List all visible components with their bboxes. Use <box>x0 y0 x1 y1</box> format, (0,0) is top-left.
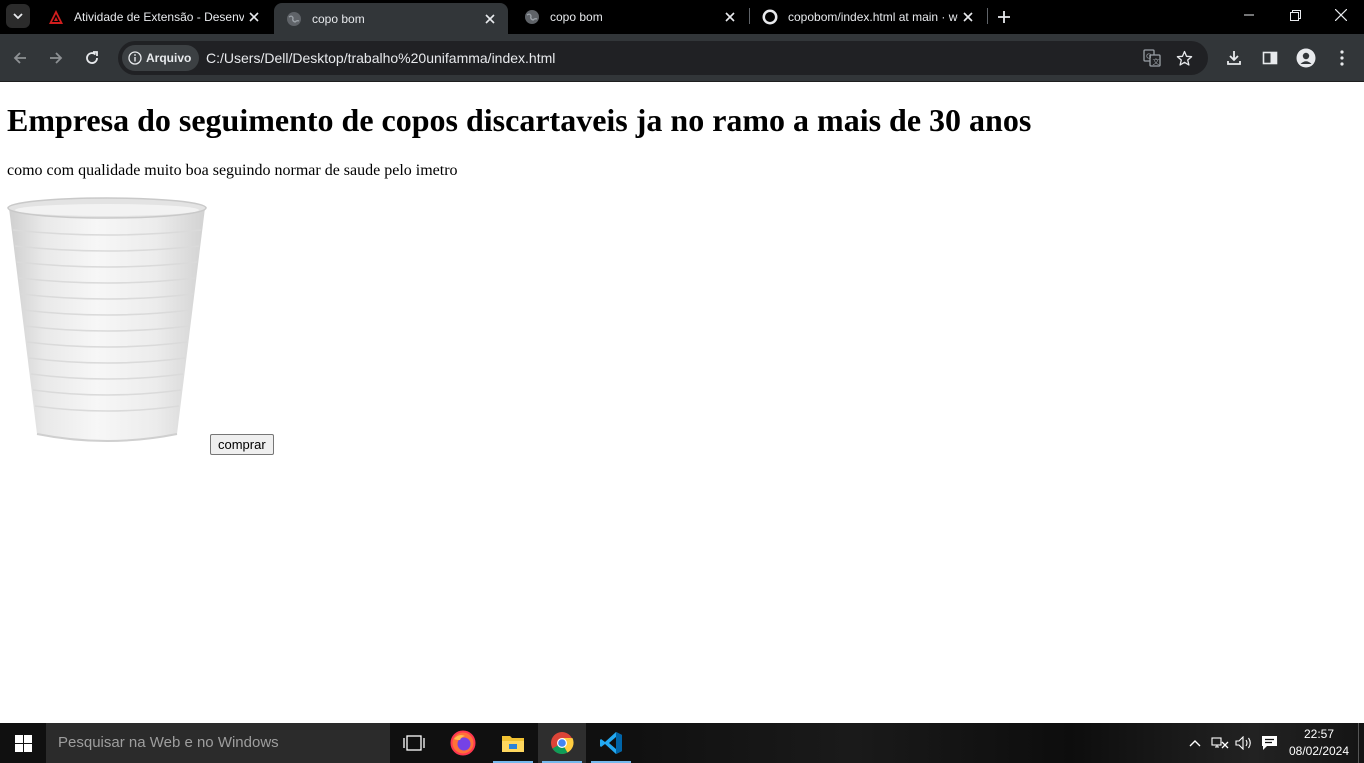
globe-icon <box>286 11 302 27</box>
clock-date: 08/02/2024 <box>1288 744 1350 758</box>
network-status-button[interactable] <box>1208 723 1232 763</box>
taskbar-search-input[interactable]: Pesquisar na Web e no Windows <box>46 723 390 763</box>
tab-title: copobom/index.html at main · wellington <box>788 10 958 24</box>
tab-title: Atividade de Extensão - Desenvolvimento <box>74 10 244 24</box>
svg-text:文: 文 <box>1153 57 1160 66</box>
speaker-icon <box>1235 736 1251 750</box>
menu-button[interactable] <box>1326 42 1358 74</box>
network-disconnected-icon <box>1211 737 1229 749</box>
minimize-button[interactable] <box>1226 0 1272 30</box>
chevron-up-icon <box>1189 740 1201 747</box>
page-heading: Empresa do seguimento de copos discartav… <box>7 102 1032 138</box>
clock-time: 22:57 <box>1303 727 1335 741</box>
close-window-button[interactable] <box>1318 0 1364 30</box>
profile-button[interactable] <box>1290 42 1322 74</box>
task-view-button[interactable] <box>390 723 438 763</box>
chrome-taskbar-button[interactable] <box>538 723 586 763</box>
download-icon <box>1227 51 1241 65</box>
close-icon <box>1335 9 1347 21</box>
close-icon[interactable] <box>958 7 978 27</box>
kebab-menu-icon <box>1340 50 1344 66</box>
back-button[interactable] <box>4 42 36 74</box>
minimize-icon <box>1244 14 1254 16</box>
downloads-button[interactable] <box>1218 42 1250 74</box>
close-icon[interactable] <box>480 9 500 29</box>
plastic-cup-image <box>7 197 207 442</box>
chevron-down-icon <box>13 13 23 20</box>
tab-strip: Atividade de Extensão - Desenvolvimento … <box>0 0 1364 34</box>
show-desktop-button[interactable] <box>1358 723 1364 763</box>
firefox-taskbar-button[interactable] <box>439 723 487 763</box>
close-icon[interactable] <box>720 7 740 27</box>
tab-separator <box>987 8 988 24</box>
tab-title: copo bom <box>550 10 603 24</box>
forward-button[interactable] <box>40 42 72 74</box>
reload-icon <box>86 51 98 64</box>
windows-taskbar: Pesquisar na Web e no Windows 22:57 08/0… <box>0 723 1364 763</box>
web-page: Empresa do seguimento de copos discartav… <box>0 82 1364 723</box>
browser-tab[interactable]: Atividade de Extensão - Desenvolvimento <box>36 0 272 34</box>
start-button[interactable] <box>0 723 46 763</box>
browser-tab-active[interactable]: copo bom <box>274 3 508 34</box>
page-paragraph: como com qualidade muito boa seguindo no… <box>7 162 458 179</box>
translate-icon: G文 <box>1143 49 1161 67</box>
side-panel-icon <box>1262 51 1278 65</box>
file-explorer-taskbar-button[interactable] <box>489 723 537 763</box>
buy-button[interactable]: comprar <box>210 434 274 455</box>
svg-text:G: G <box>1146 53 1151 61</box>
tab-search-button[interactable] <box>6 4 30 28</box>
plus-icon <box>998 11 1010 23</box>
restore-button[interactable] <box>1272 0 1318 30</box>
chrome-icon <box>551 732 574 754</box>
tab-title: copo bom <box>312 11 365 26</box>
chat-bubble-icon <box>1261 736 1277 750</box>
browser-tab[interactable]: copo bom <box>512 0 748 34</box>
security-chip-label: Arquivo <box>146 51 192 65</box>
star-icon <box>1176 50 1192 66</box>
reload-button[interactable] <box>76 42 108 74</box>
red-triangle-logo-icon <box>48 9 64 25</box>
translate-button[interactable]: G文 <box>1136 42 1168 74</box>
notifications-button[interactable] <box>1258 723 1280 763</box>
globe-icon <box>524 9 540 25</box>
task-view-icon <box>403 735 425 751</box>
new-tab-button[interactable] <box>992 5 1016 29</box>
bookmark-button[interactable] <box>1168 42 1200 74</box>
github-icon <box>762 9 778 25</box>
address-bar[interactable]: Arquivo C:/Users/Dell/Desktop/trabalho%2… <box>118 41 1208 75</box>
arrow-left-icon <box>13 52 26 64</box>
browser-toolbar: Arquivo C:/Users/Dell/Desktop/trabalho%2… <box>0 34 1364 82</box>
system-clock[interactable]: 22:57 08/02/2024 <box>1284 726 1354 760</box>
vscode-icon <box>600 732 622 754</box>
side-panel-button[interactable] <box>1254 42 1286 74</box>
info-icon <box>128 51 142 65</box>
browser-tab[interactable]: copobom/index.html at main · wellington <box>750 0 986 34</box>
windows-logo-icon <box>14 734 32 752</box>
restore-icon <box>1289 9 1301 21</box>
arrow-right-icon <box>50 52 63 64</box>
profile-avatar-icon <box>1296 48 1316 68</box>
volume-button[interactable] <box>1232 723 1256 763</box>
vscode-taskbar-button[interactable] <box>587 723 635 763</box>
site-info-chip[interactable]: Arquivo <box>122 45 200 71</box>
folder-icon <box>502 736 524 752</box>
close-icon[interactable] <box>244 7 264 27</box>
firefox-icon <box>450 730 476 756</box>
url-text[interactable]: C:/Users/Dell/Desktop/trabalho%20unifamm… <box>206 41 555 75</box>
show-hidden-icons-button[interactable] <box>1184 723 1206 763</box>
